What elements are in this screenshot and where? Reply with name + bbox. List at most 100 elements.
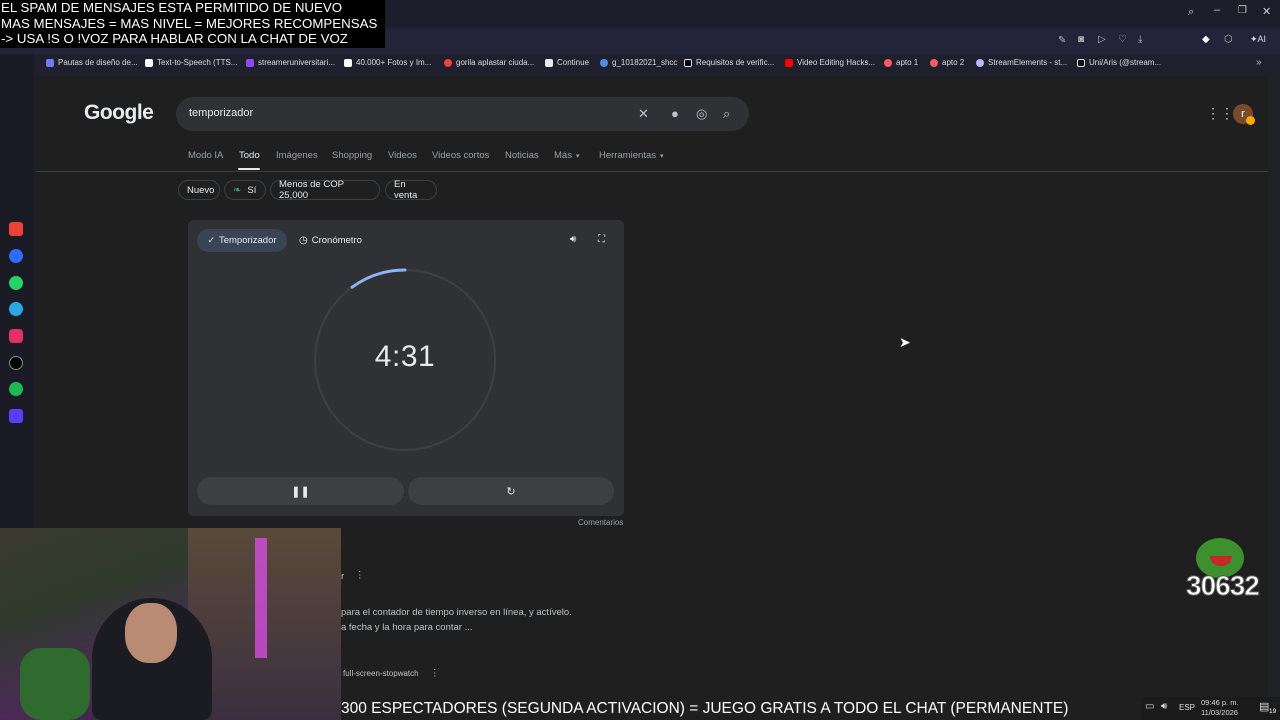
cube-icon[interactable]: ⬡	[1224, 34, 1233, 45]
reset-button[interactable]: ↻	[408, 477, 614, 505]
tab-videos[interactable]: Videos	[388, 150, 417, 161]
bookmark-item[interactable]: Continue	[545, 58, 589, 67]
pause-button[interactable]: ❚❚	[197, 477, 404, 505]
bookmark-item[interactable]: apto 1	[884, 58, 918, 67]
volume-icon[interactable]: 🔊︎	[1161, 701, 1167, 712]
extension-icon[interactable]: ◆	[1202, 34, 1210, 45]
close-icon[interactable]: ✕	[1262, 5, 1271, 18]
bookmark-icon	[344, 58, 352, 67]
search-icon[interactable]: ⌕	[1188, 6, 1194, 19]
bookmark-label: Text-to-Speech (TTS...	[157, 58, 238, 67]
tab-timer[interactable]: ✓ Temporizador	[197, 229, 287, 252]
bookmark-item[interactable]: Text-to-Speech (TTS...	[145, 58, 237, 67]
play-icon[interactable]: ▷	[1098, 34, 1106, 45]
tab-imagenes[interactable]: Imágenes	[276, 150, 318, 161]
restore-icon[interactable]: ❐	[1238, 5, 1247, 16]
google-logo[interactable]: Google	[84, 101, 154, 125]
tab-todo[interactable]: Todo	[239, 150, 260, 161]
microphone-icon[interactable]: ●	[671, 106, 679, 121]
x-icon[interactable]	[9, 356, 23, 370]
result-snippet: a fecha y la hora para contar ...	[341, 622, 473, 633]
tab-videos-cortos[interactable]: Videos cortos	[432, 150, 489, 161]
bookmarks-overflow-icon[interactable]: »	[1256, 57, 1262, 68]
bookmark-label: Video Editing Hacks...	[797, 58, 876, 67]
messenger-icon[interactable]	[9, 249, 23, 263]
bookmark-item[interactable]: streameruniversitari...	[246, 58, 335, 67]
tab-herramientas[interactable]: Herramientas	[599, 150, 656, 161]
chip-label: En venta	[394, 179, 418, 201]
chip-price[interactable]: Menos de COP 25,000	[270, 179, 380, 201]
ai-icon[interactable]: ✦AI	[1250, 34, 1266, 45]
search-box[interactable]: temporizador ✕ ● ◎ ⌕	[176, 97, 749, 131]
check-icon: ✓	[207, 235, 215, 245]
tab-modo-ia[interactable]: Modo IA	[188, 150, 223, 161]
whatsapp-icon[interactable]	[9, 276, 23, 290]
volume-icon[interactable]: 🔊︎	[570, 234, 576, 245]
app-icon[interactable]	[9, 409, 23, 423]
lens-icon[interactable]: ◎	[696, 106, 707, 122]
spotify-icon[interactable]	[9, 382, 23, 396]
heart-icon[interactable]: ♡	[1118, 34, 1127, 45]
doc-icon	[545, 58, 553, 67]
bookmark-item[interactable]: Uni/Aris (@stream...	[1077, 58, 1161, 67]
tab-stopwatch[interactable]: ◷ Cronómetro	[299, 235, 362, 246]
search-input[interactable]: temporizador	[189, 107, 253, 119]
bookmark-label: Uni/Aris (@stream...	[1089, 58, 1162, 67]
clear-icon[interactable]: ✕	[638, 106, 649, 122]
chip-en-venta[interactable]: En venta	[385, 179, 437, 201]
stream-counter: 30632	[1186, 570, 1261, 602]
fullscreen-icon[interactable]: ⛶	[598, 234, 605, 245]
bookmark-item[interactable]: StreamElements - st...	[976, 58, 1067, 67]
bookmark-label: Continue	[557, 58, 590, 67]
clock-icon: ◷	[299, 235, 308, 246]
chip-si[interactable]: ❧ Sí	[224, 180, 266, 200]
leaf-icon: ❧	[233, 184, 242, 196]
more-options-icon[interactable]: ⋮	[355, 570, 365, 581]
language-indicator[interactable]: ESP	[1179, 703, 1195, 712]
bookmark-label: apto 1	[896, 58, 919, 67]
bookmark-item[interactable]: Pautas de diseño de...	[46, 58, 138, 67]
notification-icon[interactable]: ▤	[1259, 700, 1269, 713]
clock-date[interactable]: 11/03/2026	[1201, 708, 1238, 717]
announcement-line: EL SPAM DE MENSAJES ESTA PERMITIDO DE NU…	[1, 0, 343, 15]
timer-display[interactable]: 4:31	[313, 340, 497, 374]
bookmark-label: Requisitos de verific...	[696, 58, 775, 67]
bookmark-item[interactable]: 40.000+ Fotos y Im...	[344, 58, 431, 67]
bookmark-icon	[145, 58, 153, 67]
airbnb-icon	[884, 58, 892, 67]
minimize-icon[interactable]: –	[1214, 4, 1220, 16]
result-url[interactable]: full-screen-stopwatch	[343, 669, 419, 678]
gmail-icon[interactable]	[9, 222, 23, 236]
download-icon[interactable]: ⤓	[1138, 34, 1142, 45]
plant	[20, 648, 90, 720]
comments-link[interactable]: Comentarios	[578, 518, 623, 527]
clock-time[interactable]: 09:46 p. m.	[1201, 698, 1239, 707]
divider	[36, 171, 1268, 172]
warning-badge	[1246, 116, 1255, 125]
bookmark-item[interactable]: g_10182021_shcc	[600, 58, 677, 67]
apps-grid-icon[interactable]: ⋮⋮	[1206, 105, 1234, 122]
camera-icon[interactable]: ◙	[1078, 34, 1084, 45]
more-options-icon[interactable]: ⋮	[430, 668, 440, 679]
chip-nuevo[interactable]: Nuevo	[178, 180, 220, 200]
announcement-line: -> USA !S O !VOZ PARA HABLAR CON LA CHAT…	[1, 31, 348, 46]
bookmark-item[interactable]: gorila aplastar ciuda...	[444, 58, 534, 67]
bookmark-label: Pautas de diseño de...	[58, 58, 138, 67]
network-icon[interactable]: ▭	[1145, 701, 1154, 712]
bookmark-item[interactable]: Video Editing Hacks...	[785, 58, 875, 67]
chip-label: Nuevo	[187, 184, 215, 196]
bookmark-item[interactable]: apto 2	[930, 58, 964, 67]
instagram-icon[interactable]	[9, 329, 23, 343]
chip-label: Sí	[247, 184, 257, 196]
edit-icon[interactable]: ✎	[1058, 35, 1066, 46]
bookmark-label: gorila aplastar ciuda...	[456, 58, 535, 67]
search-icon[interactable]: ⌕	[723, 106, 730, 122]
tab-mas[interactable]: Más	[554, 150, 572, 161]
bookmark-item[interactable]: Requisitos de verific...	[684, 58, 774, 67]
pause-icon: ❚❚	[291, 485, 310, 498]
tab-noticias[interactable]: Noticias	[505, 150, 539, 161]
bookmark-icon	[600, 58, 608, 67]
tab-shopping[interactable]: Shopping	[332, 150, 372, 161]
stream-ticker: 300 ESPECTADORES (SEGUNDA ACTIVACION) = …	[341, 700, 1069, 717]
telegram-icon[interactable]	[9, 302, 23, 316]
